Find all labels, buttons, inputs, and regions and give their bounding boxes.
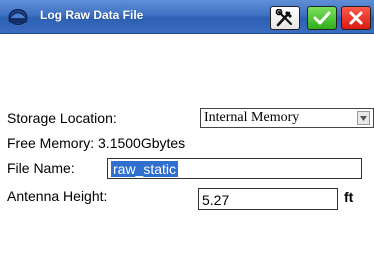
storage-location-select[interactable]: Internal Memory <box>200 108 374 128</box>
free-memory-text: Free Memory: 3.1500Gbytes <box>7 135 186 151</box>
close-icon <box>349 11 363 25</box>
title-bar: Log Raw Data File <box>0 0 374 34</box>
tools-icon <box>275 9 293 27</box>
antenna-height-label: Antenna Height: <box>7 188 108 204</box>
file-name-input[interactable]: raw_static <box>107 158 362 179</box>
checkmark-icon <box>313 11 331 25</box>
storage-location-label: Storage Location: <box>7 110 117 126</box>
storage-location-value: Internal Memory <box>204 110 300 125</box>
helmet-icon <box>8 9 28 25</box>
dropdown-arrow-icon[interactable] <box>357 111 370 125</box>
cancel-button[interactable] <box>341 6 371 30</box>
antenna-height-input[interactable]: 5.27 <box>198 188 338 210</box>
tools-button[interactable] <box>270 6 300 30</box>
window-title: Log Raw Data File <box>40 8 144 22</box>
antenna-height-value: 5.27 <box>202 192 230 208</box>
ok-button[interactable] <box>307 6 337 30</box>
file-name-value: raw_static <box>111 161 179 177</box>
antenna-height-unit: ft <box>344 189 354 205</box>
file-name-label: File Name: <box>7 160 75 176</box>
